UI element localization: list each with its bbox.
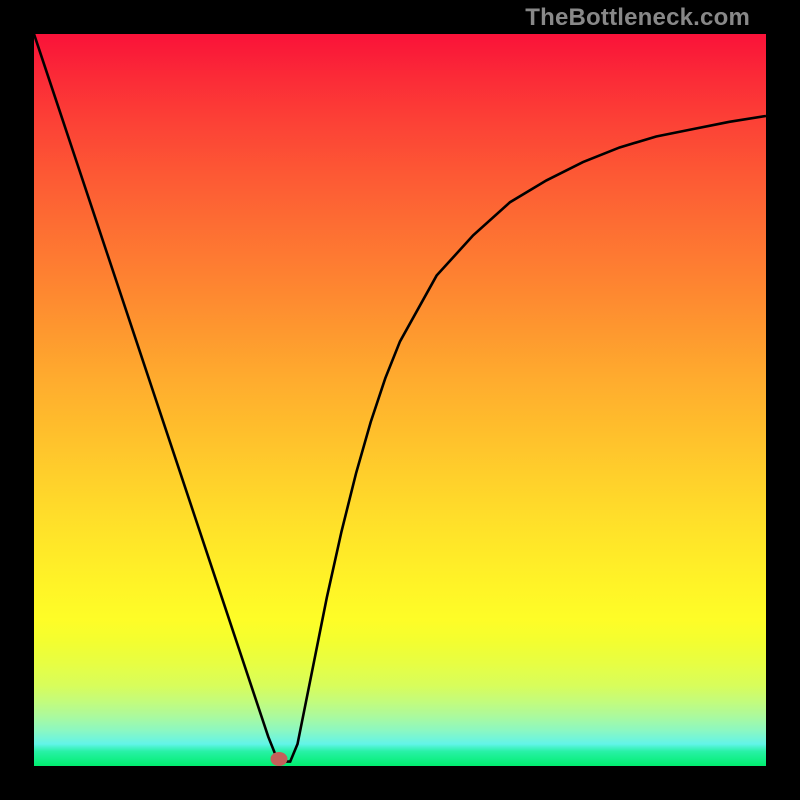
- optimal-point-marker: [271, 752, 288, 766]
- watermark-text: TheBottleneck.com: [525, 4, 750, 32]
- chart-root: TheBottleneck.com: [0, 0, 800, 800]
- plot-area: [34, 34, 766, 766]
- bottleneck-curve: [34, 34, 766, 766]
